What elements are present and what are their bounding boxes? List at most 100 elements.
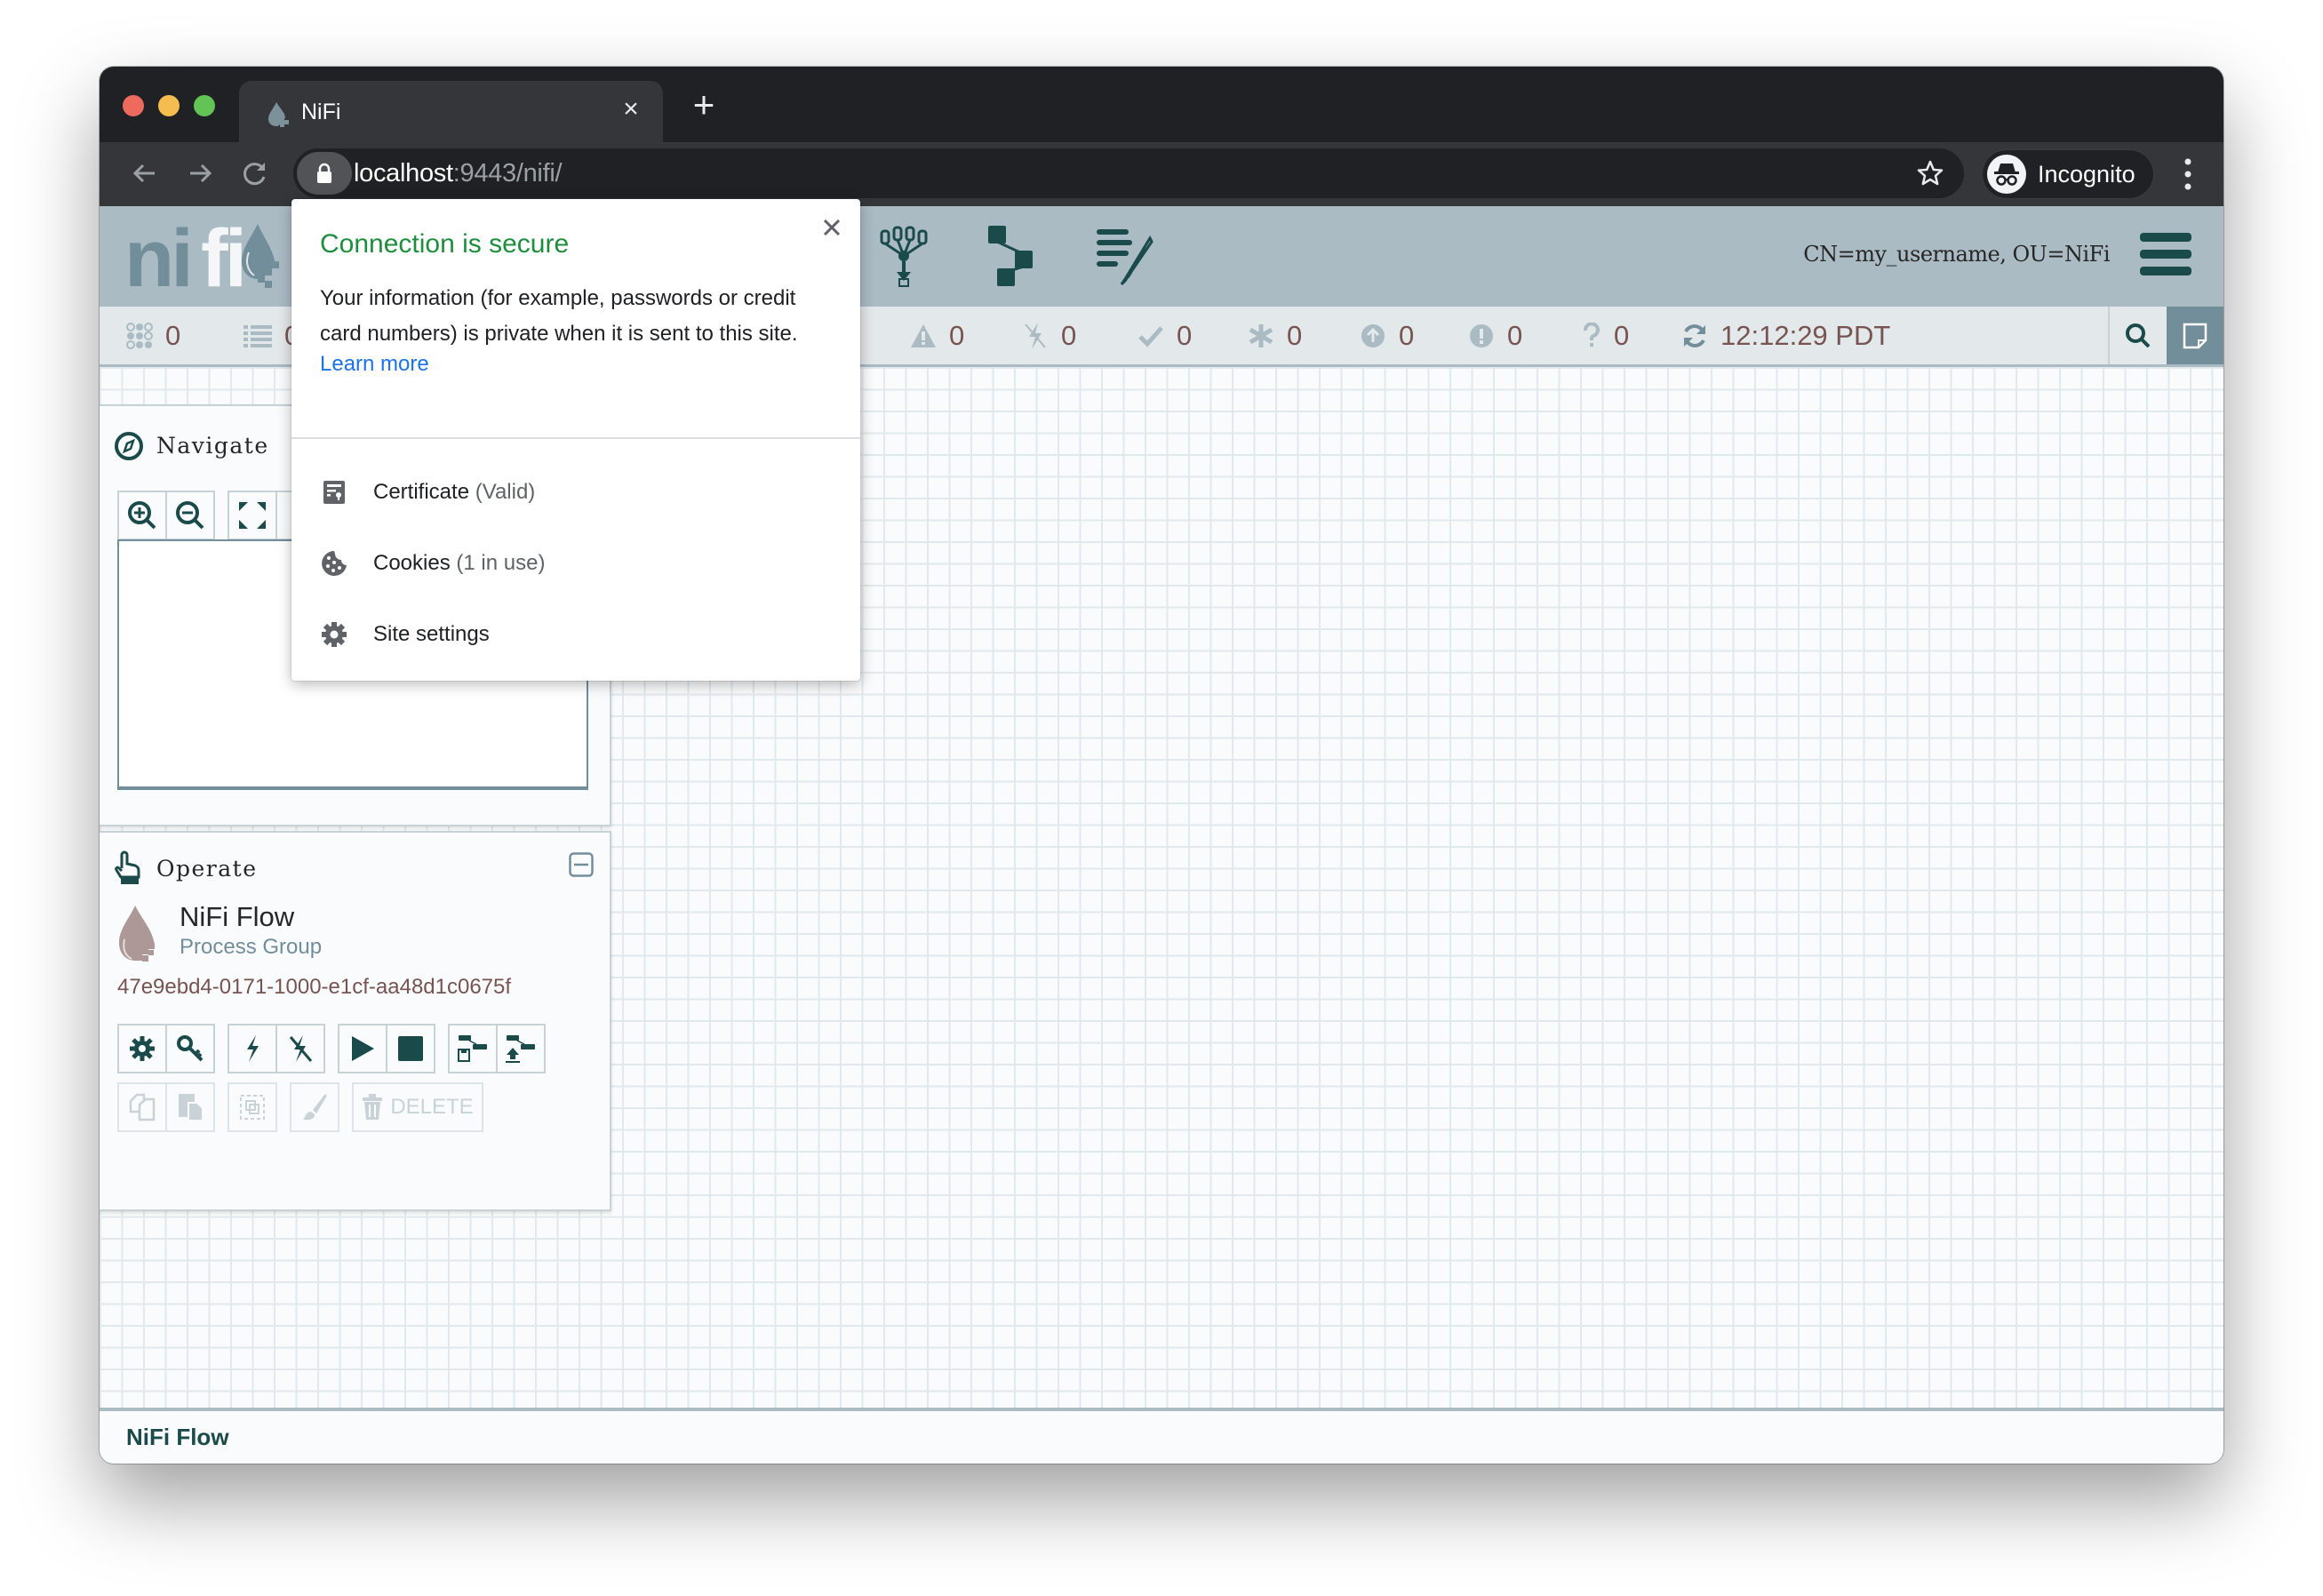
exclamation-circle-icon	[1470, 323, 1493, 347]
funnel-connection-icon[interactable]	[986, 226, 1049, 288]
popup-divider	[291, 437, 860, 439]
search-button[interactable]	[2108, 307, 2167, 364]
search-icon	[2126, 323, 2151, 347]
stop-icon	[398, 1036, 423, 1061]
cookie-icon	[322, 551, 347, 576]
status-value: 0	[1287, 319, 1303, 351]
asterisk-icon	[1249, 323, 1273, 347]
certificate-status: (Valid)	[475, 480, 536, 504]
status-value: 0	[1061, 319, 1077, 351]
template-icon[interactable]	[878, 226, 940, 288]
copy-icon	[129, 1093, 156, 1121]
certificate-label: Certificate (Valid)	[373, 480, 535, 505]
minimize-window-button[interactable]	[158, 95, 180, 116]
copy-button[interactable]	[117, 1082, 167, 1132]
status-transmitting: 0	[126, 307, 180, 364]
refresh-icon[interactable]	[1681, 323, 1708, 349]
site-info-button[interactable]	[297, 152, 352, 195]
close-tab-icon[interactable]: ×	[615, 93, 647, 125]
save-template-icon	[458, 1035, 487, 1062]
key-icon	[177, 1035, 204, 1062]
label-icon[interactable]	[1095, 226, 1157, 288]
zoom-out-button[interactable]	[165, 491, 215, 540]
gear-icon	[130, 1036, 155, 1061]
fit-button[interactable]	[228, 491, 277, 540]
url-host: localhost	[354, 159, 453, 188]
close-window-button[interactable]	[123, 95, 144, 116]
bookmark-star-icon[interactable]	[1916, 159, 1944, 188]
back-button[interactable]	[124, 153, 165, 194]
site-settings-label: Site settings	[373, 622, 490, 646]
upload-template-button[interactable]	[496, 1024, 546, 1073]
incognito-profile-button[interactable]: Incognito	[1982, 149, 2154, 199]
certificate-row[interactable]: Certificate (Valid)	[291, 457, 860, 528]
site-settings-row[interactable]: Site settings	[291, 599, 860, 670]
cookies-row[interactable]: Cookies (1 in use)	[291, 528, 860, 599]
browser-menu-icon[interactable]	[2179, 156, 2197, 192]
paste-button[interactable]	[165, 1082, 215, 1132]
popup-close-button[interactable]	[816, 211, 848, 243]
status-value: 0	[165, 319, 181, 351]
breadcrumb-root[interactable]: NiFi Flow	[126, 1424, 229, 1451]
upload-template-icon	[506, 1035, 535, 1063]
browser-toolbar: localhost:9443/nifi/ Incognito	[100, 142, 2223, 206]
status-disabled: 0	[1022, 307, 1076, 364]
configure-button[interactable]	[117, 1024, 167, 1073]
group-button[interactable]	[228, 1082, 277, 1132]
warning-icon	[911, 323, 936, 347]
create-template-button[interactable]	[448, 1024, 498, 1073]
cookies-text: Cookies	[373, 551, 451, 575]
lock-icon	[317, 163, 331, 183]
access-policies-button[interactable]	[165, 1024, 215, 1073]
svg-text:ni: ni	[124, 217, 190, 297]
close-icon	[823, 219, 841, 236]
forward-button[interactable]	[180, 153, 220, 194]
maximize-window-button[interactable]	[194, 95, 215, 116]
zoom-in-icon	[128, 501, 156, 530]
global-menu-button[interactable]	[2140, 233, 2191, 277]
change-color-button[interactable]	[290, 1082, 339, 1132]
address-bar[interactable]: localhost:9443/nifi/	[293, 148, 1964, 198]
selected-component-type: Process Group	[180, 935, 323, 959]
tab-nifi[interactable]: NiFi ×	[239, 81, 663, 142]
connection-secure-description: Your information (for example, passwords…	[320, 286, 798, 346]
zoom-out-icon	[176, 501, 204, 530]
connection-secure-title: Connection is secure	[320, 229, 570, 259]
cookies-label: Cookies (1 in use)	[373, 551, 545, 576]
enable-button[interactable]	[228, 1024, 277, 1073]
delete-label: DELETE	[390, 1095, 474, 1119]
transmit-disabled-icon	[1025, 322, 1046, 349]
hand-pointer-icon	[115, 850, 140, 884]
disable-button[interactable]	[275, 1024, 325, 1073]
last-refreshed-time: 12:12:29 PDT	[1720, 319, 1891, 351]
reload-icon	[243, 163, 266, 186]
navigate-title: Navigate	[156, 433, 269, 459]
trash-icon	[363, 1094, 383, 1120]
nifi-logo: ni fi	[124, 217, 279, 297]
reload-button[interactable]	[235, 153, 275, 194]
browser-window: NiFi × + localhost:9443/nifi/ Incognito	[100, 67, 2223, 1464]
list-icon	[243, 324, 272, 347]
tab-title: NiFi	[301, 100, 341, 124]
collapse-icon[interactable]	[569, 852, 594, 877]
zoom-in-button[interactable]	[117, 491, 167, 540]
paste-icon	[179, 1094, 204, 1121]
current-user: CN=my_username, OU=NiFi	[1803, 242, 2110, 267]
site-info-popup: Connection is secure Your information (f…	[291, 199, 860, 681]
new-tab-button[interactable]: +	[686, 86, 722, 124]
bulletin-board-button[interactable]	[2167, 307, 2223, 364]
nifi-drop-icon	[268, 102, 289, 127]
selected-component-id: 47e9ebd4-0171-1000-e1cf-aa48d1c0675f	[117, 975, 512, 999]
process-group-drop-icon	[119, 906, 155, 962]
status-value: 0	[1177, 319, 1193, 351]
compass-icon	[115, 432, 143, 460]
checkmark-icon	[1138, 325, 1163, 347]
last-refreshed[interactable]: 12:12:29 PDT	[1681, 307, 1890, 364]
stop-button[interactable]	[386, 1024, 435, 1073]
lightning-icon	[247, 1035, 259, 1062]
start-button[interactable]	[338, 1024, 387, 1073]
learn-more-link[interactable]: Learn more	[320, 352, 429, 377]
delete-button[interactable]: DELETE	[352, 1082, 483, 1132]
incognito-label: Incognito	[2038, 161, 2135, 188]
up-arrow-circle-icon	[1361, 323, 1385, 347]
